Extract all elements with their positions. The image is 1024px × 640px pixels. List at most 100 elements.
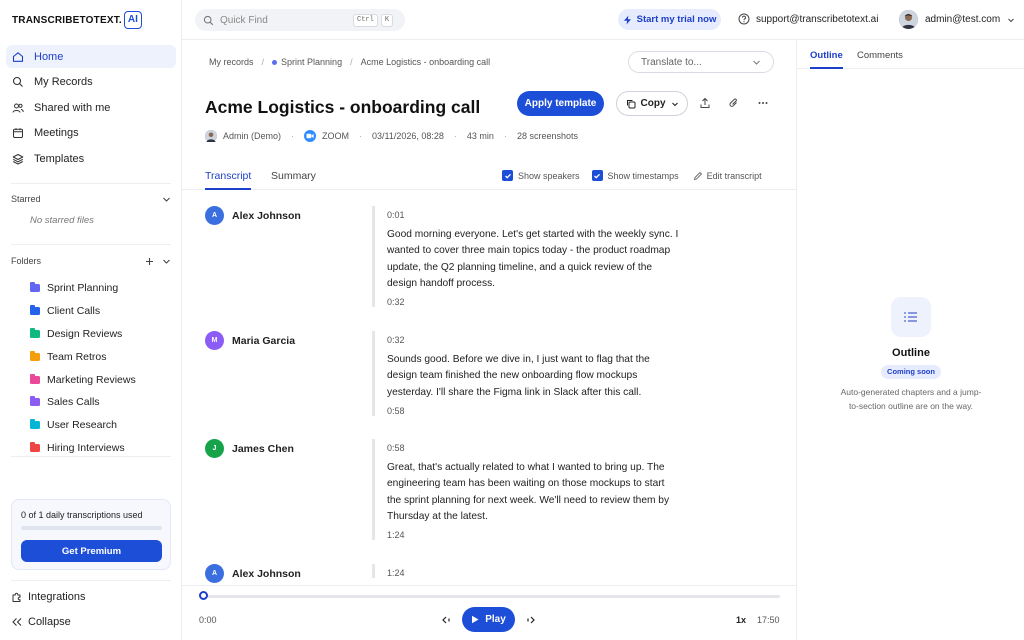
support-email: support@transcribetotext.ai [756, 13, 879, 25]
speaker-name: Alex Johnson [232, 567, 301, 580]
show-timestamps-toggle[interactable]: Show timestamps [591, 170, 679, 181]
segment-line: Great, that's actually related to what I… [387, 462, 665, 473]
folder-client-calls[interactable]: Client Calls [30, 300, 136, 323]
user-menu[interactable]: admin@test.com [899, 10, 1015, 29]
sidebar-item-home[interactable]: Home [6, 45, 176, 68]
play-button[interactable]: Play [462, 607, 515, 632]
sidebar-item-label: Templates [34, 152, 85, 165]
speaker-avatar: A [205, 564, 224, 583]
record-tabs: Transcript Summary Show speakers Show ti… [182, 166, 796, 190]
folder-user-research[interactable]: User Research [30, 414, 136, 437]
sidebar-item-label: Home [34, 50, 64, 63]
get-premium-button[interactable]: Get Premium [21, 540, 162, 562]
screenshot-count[interactable]: 28 screenshots [517, 131, 578, 141]
speaker[interactable]: A Alex Johnson [205, 564, 301, 583]
pencil-icon [693, 171, 703, 181]
segment-line: wanted to cover three main topics today … [387, 245, 671, 257]
sidebar-item-my-records[interactable]: My Records [6, 71, 176, 94]
search-icon [203, 15, 214, 26]
breadcrumb-current: Acme Logistics - onboarding call [360, 57, 491, 67]
speaker-avatar: A [205, 206, 224, 225]
total-time: 17:50 [757, 615, 780, 625]
breadcrumb-folder[interactable]: Sprint Planning [272, 57, 342, 67]
copy-button[interactable]: Copy [616, 91, 688, 116]
outline-description-line: to-section outline are on the way. [848, 401, 974, 411]
folders-heading: Folders [11, 256, 42, 266]
folder-label: Design Reviews [47, 327, 123, 340]
starred-section-header[interactable]: Starred [11, 194, 171, 204]
folder-icon [30, 396, 40, 407]
folder-team-retros[interactable]: Team Retros [30, 345, 136, 368]
show-speakers-toggle[interactable]: Show speakers [502, 170, 580, 181]
tab-transcript[interactable]: Transcript [205, 170, 252, 190]
playback-speed[interactable]: 1x [736, 615, 746, 625]
sidebar-item-templates[interactable]: Templates [6, 147, 176, 170]
skip-forward-icon[interactable] [524, 614, 536, 626]
shortcut-key-ctrl: Ctrl [353, 13, 378, 27]
segment-line: design team finished the new onboarding … [387, 370, 638, 382]
segment-start-time[interactable]: 0:01 [387, 210, 692, 220]
folder-icon [30, 305, 40, 316]
chevron-down-icon [671, 100, 679, 108]
speaker[interactable]: M Maria Garcia [205, 331, 295, 350]
playback-track[interactable] [204, 595, 780, 598]
record-duration: 43 min [466, 131, 494, 141]
outline-description: Auto-generated chapters and a jump- to-s… [831, 385, 991, 413]
more-options-icon[interactable] [756, 96, 770, 110]
record-datetime: 03/11/2026, 08:28 [372, 131, 444, 141]
owner-avatar [205, 130, 217, 142]
folder-dot-icon [272, 60, 278, 66]
speaker-name: Alex Johnson [232, 209, 301, 222]
transcript-segment[interactable]: 0:32 Sounds good. Before we dive in, I j… [372, 331, 692, 416]
start-trial-button[interactable]: Start my trial now [618, 9, 721, 30]
outline-title: Outline [892, 347, 930, 359]
right-panel: Outline Comments Outline Coming soon Aut… [796, 40, 1024, 640]
folder-design-reviews[interactable]: Design Reviews [30, 323, 136, 346]
folder-sales-calls[interactable]: Sales Calls [30, 391, 136, 414]
tab-comments[interactable]: Comments [857, 50, 903, 69]
segment-start-time[interactable]: 0:58 [387, 443, 692, 453]
segment-start-time[interactable]: 1:24 [387, 568, 692, 578]
record-view: My records / Sprint Planning / Acme Logi… [182, 40, 796, 640]
share-icon[interactable] [698, 96, 712, 110]
attachment-icon[interactable] [727, 96, 741, 110]
chevron-down-icon[interactable] [162, 257, 171, 266]
edit-transcript-button[interactable]: Edit transcript [693, 171, 762, 181]
chevron-down-icon[interactable] [162, 195, 171, 204]
search-icon [12, 76, 24, 88]
no-starred-files: No starred files [30, 215, 94, 226]
sidebar-item-meetings[interactable]: Meetings [6, 122, 176, 145]
transcript-segment[interactable]: 0:58 Great, that's actually related to w… [372, 439, 692, 541]
folder-marketing-reviews[interactable]: Marketing Reviews [30, 368, 136, 391]
skip-back-icon[interactable] [441, 614, 453, 626]
collapse-sidebar-button[interactable]: Collapse [11, 616, 171, 628]
shortcut-key-k: K [380, 13, 394, 27]
transcript-segment[interactable]: 1:24 [372, 564, 692, 578]
quick-find[interactable]: Ctrl K [195, 9, 405, 31]
speaker[interactable]: A Alex Johnson [205, 206, 301, 225]
apply-template-button[interactable]: Apply template [517, 91, 604, 116]
support-link[interactable]: support@transcribetotext.ai [738, 13, 878, 25]
folder-sprint-planning[interactable]: Sprint Planning [30, 277, 136, 300]
playback-scrubber[interactable] [199, 591, 208, 600]
segment-start-time[interactable]: 0:32 [387, 335, 692, 345]
breadcrumb-my-records[interactable]: My records [209, 57, 254, 67]
calendar-icon [12, 127, 24, 139]
folder-label: Sprint Planning [47, 282, 119, 295]
brand-logo[interactable]: TRANSCRIBETOTEXT. AI [12, 9, 142, 31]
coming-soon-badge: Coming soon [881, 365, 941, 379]
translate-select[interactable]: Translate to... [628, 51, 774, 73]
search-input[interactable] [220, 14, 350, 26]
speaker[interactable]: J James Chen [205, 439, 294, 458]
separator-dot: · [453, 131, 457, 141]
transcript-segment[interactable]: 0:01 Good morning everyone. Let's get st… [372, 206, 692, 308]
tab-summary[interactable]: Summary [271, 170, 316, 190]
tab-outline[interactable]: Outline [810, 50, 843, 69]
translate-placeholder: Translate to... [641, 56, 702, 68]
add-folder-icon[interactable] [145, 257, 154, 266]
show-speakers-label: Show speakers [518, 170, 580, 181]
speaker-name: Maria Garcia [232, 334, 296, 347]
audio-player: 0:00 Play 1x 17:50 [182, 585, 796, 640]
integrations-link[interactable]: Integrations [11, 591, 171, 603]
sidebar-item-shared[interactable]: Shared with me [6, 96, 176, 119]
